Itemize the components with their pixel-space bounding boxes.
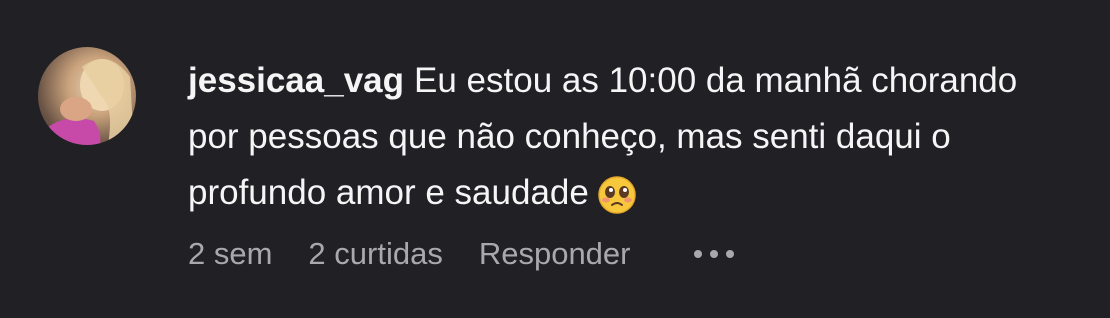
comment: jessicaa_vag Eu estou as 10:00 da manhã c… <box>0 0 1110 318</box>
dot <box>694 250 703 258</box>
pleading-face-icon <box>598 176 636 214</box>
username-link[interactable]: jessicaa_vag <box>188 61 404 100</box>
avatar[interactable] <box>38 47 136 145</box>
more-options-icon[interactable] <box>694 250 735 258</box>
reply-button[interactable]: Responder <box>479 236 631 272</box>
likes-count[interactable]: 2 curtidas <box>308 236 442 272</box>
dot <box>710 250 719 258</box>
comment-timestamp[interactable]: 2 sem <box>188 236 272 272</box>
comment-body: jessicaa_vag Eu estou as 10:00 da manhã c… <box>188 53 1068 221</box>
dot <box>726 250 735 258</box>
avatar-photo-icon <box>46 59 134 145</box>
comment-meta: 2 sem 2 curtidas Responder <box>188 236 735 272</box>
